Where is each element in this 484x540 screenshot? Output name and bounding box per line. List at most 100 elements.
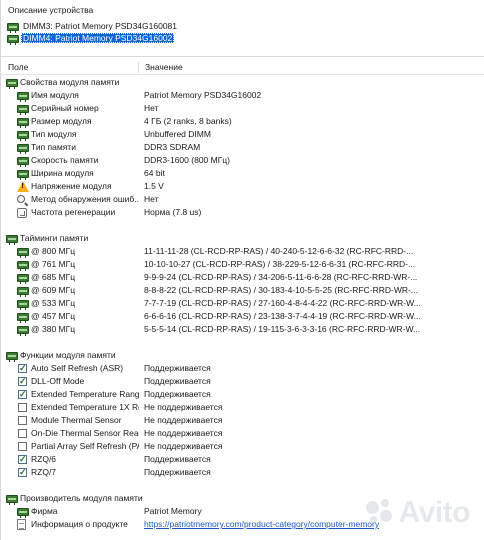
column-header: Поле Значение <box>1 60 484 75</box>
feature-value: Не поддерживается <box>144 441 223 451</box>
checkbox-empty-icon <box>18 429 27 438</box>
checkbox-checked-icon: ✓ <box>18 390 27 399</box>
ram-icon <box>17 287 29 297</box>
timing-frequency: @ 761 МГц <box>31 259 76 269</box>
ram-icon <box>17 274 29 284</box>
feature-name: Module Thermal Sensor <box>31 415 122 425</box>
feature-row[interactable]: ✓ RZQ/7 Поддерживается <box>1 466 484 479</box>
ram-icon <box>7 23 19 33</box>
ram-icon <box>7 35 19 45</box>
timing-row[interactable]: @ 533 МГц 7-7-7-19 (CL-RCD-RP-RAS) / 27-1… <box>1 297 484 310</box>
property-value: 1.5 V <box>144 181 164 191</box>
warning-mark: ! <box>21 183 24 190</box>
property-row[interactable]: Ширина модуля 64 bit <box>1 167 484 180</box>
group-header[interactable]: Функции модуля памяти <box>1 349 484 362</box>
feature-name: Extended Temperature Range <box>31 389 139 399</box>
property-value: 4 ГБ (2 ranks, 8 banks) <box>144 116 232 126</box>
group-header[interactable]: Свойства модуля памяти <box>1 76 484 89</box>
feature-name: Partial Array Self Refresh (PA... <box>31 441 139 451</box>
checkbox-empty-icon <box>18 403 27 412</box>
property-name: Имя модуля <box>31 90 79 100</box>
property-row[interactable]: ! Напряжение модуля 1.5 V <box>1 180 484 193</box>
feature-value: Поддерживается <box>144 363 211 373</box>
property-name: Ширина модуля <box>31 168 94 178</box>
group-module-properties: Свойства модуля памяти Имя модуля Patriot… <box>1 76 484 219</box>
group-features: Функции модуля памяти ✓ Auto Self Refresh… <box>1 349 484 479</box>
pane-splitter[interactable] <box>1 56 484 57</box>
ram-icon <box>17 131 29 141</box>
group-title: Производитель модуля памяти <box>20 493 143 503</box>
property-row[interactable]: Тип модуля Unbuffered DIMM <box>1 128 484 141</box>
property-name: Серийный номер <box>31 103 99 113</box>
ram-icon <box>17 170 29 180</box>
timing-frequency: @ 533 МГц <box>31 298 76 308</box>
property-name: Размер модуля <box>31 116 92 126</box>
timing-row[interactable]: @ 800 МГц 11-11-11-28 (CL-RCD-RP-RAS) / 4… <box>1 245 484 258</box>
description-title: Описание устройства <box>8 5 94 15</box>
property-value: Patriot Memory PSD34G16002 <box>144 90 262 100</box>
feature-row[interactable]: On-Die Thermal Sensor Read... Не поддержи… <box>1 427 484 440</box>
refresh-icon <box>17 208 27 218</box>
checkbox-empty-icon <box>18 416 27 425</box>
property-name: Тип модуля <box>31 129 77 139</box>
property-name: Фирма <box>31 506 58 516</box>
property-value: DDR3 SDRAM <box>144 142 201 152</box>
property-name: Тип памяти <box>31 142 76 152</box>
column-field-header[interactable]: Поле <box>8 60 28 75</box>
checkbox-checked-icon: ✓ <box>18 468 27 477</box>
timing-row[interactable]: @ 380 МГц 5-5-5-14 (CL-RCD-RP-RAS) / 19-1… <box>1 323 484 336</box>
timing-row[interactable]: @ 685 МГц 9-9-9-24 (CL-RCD-RP-RAS) / 34-2… <box>1 271 484 284</box>
device-item-dimm3[interactable]: DIMM3: Patriot Memory PSD34G160081 <box>5 20 481 33</box>
property-name: Напряжение модуля <box>31 181 112 191</box>
property-row[interactable]: Серийный номер Нет <box>1 102 484 115</box>
ram-icon <box>17 157 29 167</box>
property-tree: Свойства модуля памяти Имя модуля Patriot… <box>1 76 484 531</box>
device-item-label: DIMM4: Patriot Memory PSD34G16002 <box>21 33 175 43</box>
timing-value: 10-10-10-27 (CL-RCD-RP-RAS) / 38-229-5-1… <box>144 259 416 269</box>
ram-icon <box>17 92 29 102</box>
property-row[interactable]: Размер модуля 4 ГБ (2 ranks, 8 banks) <box>1 115 484 128</box>
column-divider[interactable] <box>138 62 139 73</box>
device-list[interactable]: DIMM3: Patriot Memory PSD34G160081 DIMM4… <box>5 20 481 45</box>
property-row[interactable]: Метод обнаружения ошиб... Нет <box>1 193 484 207</box>
ram-icon <box>6 352 18 362</box>
timing-row[interactable]: @ 761 МГц 10-10-10-27 (CL-RCD-RP-RAS) / 3… <box>1 258 484 271</box>
feature-row[interactable]: Partial Array Self Refresh (PA... Не подд… <box>1 440 484 453</box>
property-value: 64 bit <box>144 168 165 178</box>
property-value: Нет <box>144 194 159 204</box>
checkbox-checked-icon: ✓ <box>18 377 27 386</box>
ram-icon <box>17 326 29 336</box>
feature-row[interactable]: ✓ DLL-Off Mode Поддерживается <box>1 375 484 388</box>
column-value-header[interactable]: Значение <box>143 60 183 75</box>
ram-icon <box>17 508 29 518</box>
timing-row[interactable]: @ 457 МГц 6-6-6-16 (CL-RCD-RP-RAS) / 23-1… <box>1 310 484 323</box>
property-row[interactable]: Скорость памяти DDR3-1600 (800 МГц) <box>1 154 484 167</box>
feature-row[interactable]: Module Thermal Sensor Не поддерживается <box>1 414 484 427</box>
timing-value: 9-9-9-24 (CL-RCD-RP-RAS) / 34-206-5-11-6… <box>144 272 418 282</box>
group-header[interactable]: Тайминги памяти <box>1 232 484 245</box>
group-title: Функции модуля памяти <box>20 350 116 360</box>
feature-value: Поддерживается <box>144 454 211 464</box>
feature-name: RZQ/7 <box>31 467 57 477</box>
timing-row[interactable]: @ 609 МГц 8-8-8-22 (CL-RCD-RP-RAS) / 30-1… <box>1 284 484 297</box>
group-title: Свойства модуля памяти <box>20 77 120 87</box>
feature-name: On-Die Thermal Sensor Read... <box>31 428 139 438</box>
group-title: Тайминги памяти <box>20 233 89 243</box>
property-row[interactable]: Частота регенерации Норма (7.8 us) <box>1 206 484 219</box>
feature-name: Auto Self Refresh (ASR) <box>31 363 124 373</box>
property-row[interactable]: Имя модуля Patriot Memory PSD34G16002 <box>1 89 484 102</box>
avito-logo-icon <box>365 499 394 527</box>
property-value: DDR3-1600 (800 МГц) <box>144 155 231 165</box>
ram-icon <box>17 300 29 310</box>
feature-row[interactable]: ✓ RZQ/6 Поддерживается <box>1 453 484 466</box>
document-icon <box>17 519 26 530</box>
device-item-dimm4[interactable]: DIMM4: Patriot Memory PSD34G16002 <box>5 32 481 45</box>
timing-frequency: @ 800 МГц <box>31 246 76 256</box>
feature-row[interactable]: Extended Temperature 1X Re... Не поддержи… <box>1 401 484 414</box>
ram-icon <box>6 79 18 89</box>
feature-row[interactable]: ✓ Auto Self Refresh (ASR) Поддерживается <box>1 362 484 375</box>
ram-icon <box>17 248 29 258</box>
watermark-text: Avito <box>398 496 471 529</box>
feature-row[interactable]: ✓ Extended Temperature Range Поддерживаетс… <box>1 388 484 401</box>
property-row[interactable]: Тип памяти DDR3 SDRAM <box>1 141 484 154</box>
